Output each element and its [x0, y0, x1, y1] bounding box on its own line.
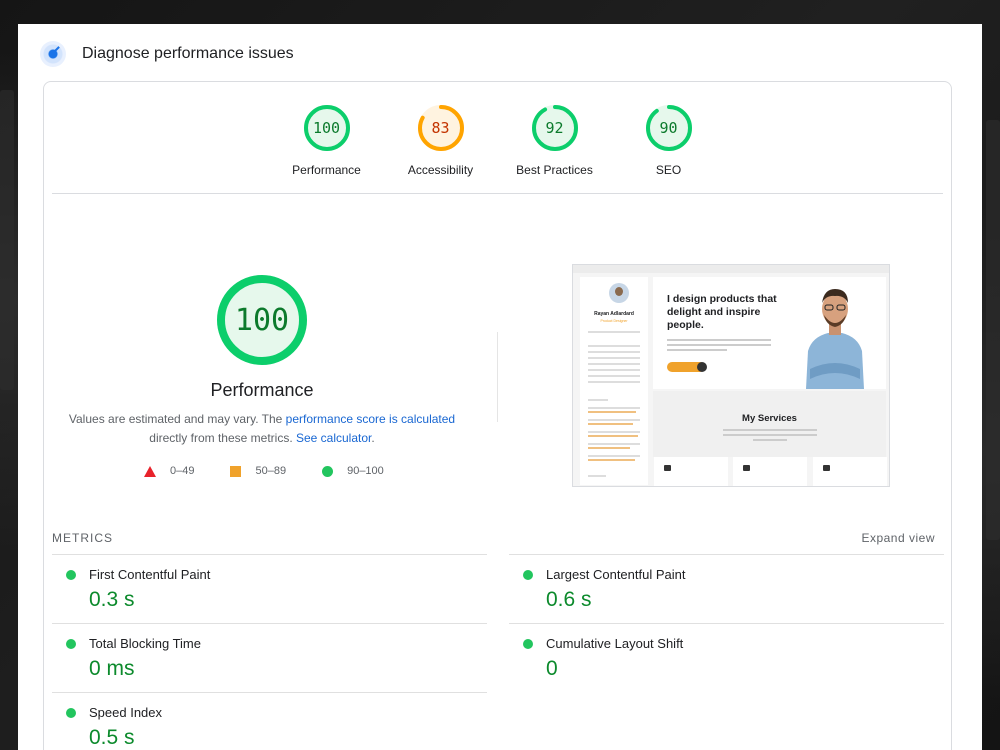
- metric-name: Cumulative Layout Shift: [546, 636, 684, 651]
- metric-first-contentful-paint: First Contentful Paint 0.3 s: [52, 554, 487, 623]
- avatar: [609, 283, 629, 303]
- person-photo: [798, 281, 872, 389]
- service-card: [733, 457, 807, 486]
- gauge-score: 90: [659, 119, 678, 137]
- screenshot-services: My Services: [653, 391, 886, 457]
- gauge-ring: 83: [417, 104, 465, 152]
- diagnose-card: Diagnose performance issues 100 Performa…: [18, 24, 982, 750]
- pass-circle-icon: [66, 570, 76, 580]
- metric-value: 0.6 s: [546, 588, 592, 611]
- metrics-heading: METRICS: [52, 531, 113, 545]
- triangle-icon: [144, 465, 156, 477]
- metric-value: 0 ms: [89, 657, 135, 680]
- report-panel: 100 Performance 83 Accessibility 92 Best…: [43, 81, 952, 750]
- screenshot-sidebar: Rayan Adlardard Product Designer: [580, 277, 648, 485]
- vertical-divider: [497, 332, 498, 422]
- gauge-ring: 90: [645, 104, 693, 152]
- screenshot-role: Product Designer: [600, 319, 628, 323]
- metric-cumulative-layout-shift: Cumulative Layout Shift 0: [509, 623, 944, 692]
- card-title: Diagnose performance issues: [82, 45, 294, 62]
- gauge-performance[interactable]: 100 Performance: [287, 104, 367, 194]
- skill-bar: [588, 459, 635, 461]
- gauge-seo[interactable]: 90 SEO: [629, 104, 709, 194]
- service-card: [813, 457, 887, 486]
- gauge-ring: 92: [531, 104, 579, 152]
- metric-largest-contentful-paint: Largest Contentful Paint 0.6 s: [509, 554, 944, 623]
- metric-total-blocking-time: Total Blocking Time 0 ms: [52, 623, 487, 692]
- description-text: .: [371, 431, 375, 445]
- gauge-accessibility[interactable]: 83 Accessibility: [401, 104, 481, 194]
- metric-value: 0.5 s: [89, 726, 135, 749]
- skill-bar: [588, 435, 638, 437]
- gauge-label: Best Practices: [516, 163, 593, 177]
- metric-name: Total Blocking Time: [89, 636, 201, 651]
- gauge-score: 100: [312, 119, 341, 137]
- skill-bar: [588, 411, 636, 413]
- gauge-best-practices[interactable]: 92 Best Practices: [515, 104, 595, 194]
- services-title: My Services: [742, 413, 797, 424]
- see-calculator-link[interactable]: See calculator: [296, 431, 371, 445]
- gauge-score: 83: [431, 119, 450, 137]
- performance-heading: Performance: [210, 380, 314, 400]
- metric-name: Speed Index: [89, 705, 163, 720]
- legend-range: 50–89: [255, 465, 287, 477]
- lighthouse-icon: [40, 41, 66, 67]
- circle-icon: [322, 465, 334, 477]
- service-card: [654, 457, 728, 486]
- divider: [52, 193, 943, 194]
- hero-title: I design products that delight and inspi…: [667, 293, 777, 331]
- big-gauge-score: 100: [234, 302, 290, 338]
- score-legend: 0–49 50–89 90–100: [144, 465, 420, 477]
- screenshot-hero: I design products that delight and inspi…: [653, 277, 886, 389]
- legend-range: 0–49: [170, 465, 195, 477]
- legend-fail: 0–49: [144, 465, 194, 477]
- description-text: Values are estimated and may vary. The: [68, 412, 286, 426]
- metric-name: Largest Contentful Paint: [546, 567, 686, 582]
- pass-circle-icon: [523, 570, 533, 580]
- card-header: Diagnose performance issues: [40, 40, 294, 68]
- metric-value: 0: [546, 657, 558, 680]
- gauge-label: Performance: [292, 163, 361, 177]
- pass-circle-icon: [523, 639, 533, 649]
- skill-bar: [588, 423, 633, 425]
- gauge-ring: 100: [303, 104, 351, 152]
- score-calculated-link[interactable]: performance score is calculated: [286, 412, 455, 426]
- square-icon: [230, 465, 242, 477]
- screenshot-topbar: [573, 265, 889, 273]
- expand-view-button[interactable]: Expand view: [861, 531, 935, 545]
- skill-bar: [588, 447, 630, 449]
- hero-button: [667, 362, 707, 372]
- final-screenshot[interactable]: Rayan Adlardard Product Designer I desig…: [572, 264, 890, 487]
- performance-big-gauge: 100: [216, 274, 308, 366]
- legend-range: 90–100: [347, 465, 384, 477]
- metric-value: 0.3 s: [89, 588, 135, 611]
- pass-circle-icon: [66, 708, 76, 718]
- metric-speed-index: Speed Index 0.5 s: [52, 692, 487, 750]
- description-text: directly from these metrics.: [149, 431, 296, 445]
- legend-average: 50–89: [230, 465, 286, 477]
- gauge-label: SEO: [655, 163, 682, 177]
- pass-circle-icon: [66, 639, 76, 649]
- metric-name: First Contentful Paint: [89, 567, 211, 582]
- legend-pass: 90–100: [322, 465, 384, 477]
- performance-description: Values are estimated and may vary. The p…: [62, 410, 462, 448]
- category-gauges: 100 Performance 83 Accessibility 92 Best…: [44, 82, 951, 194]
- gauge-label: Accessibility: [407, 163, 474, 177]
- gauge-score: 92: [545, 119, 564, 137]
- screenshot-name: Rayan Adlardard: [594, 311, 634, 317]
